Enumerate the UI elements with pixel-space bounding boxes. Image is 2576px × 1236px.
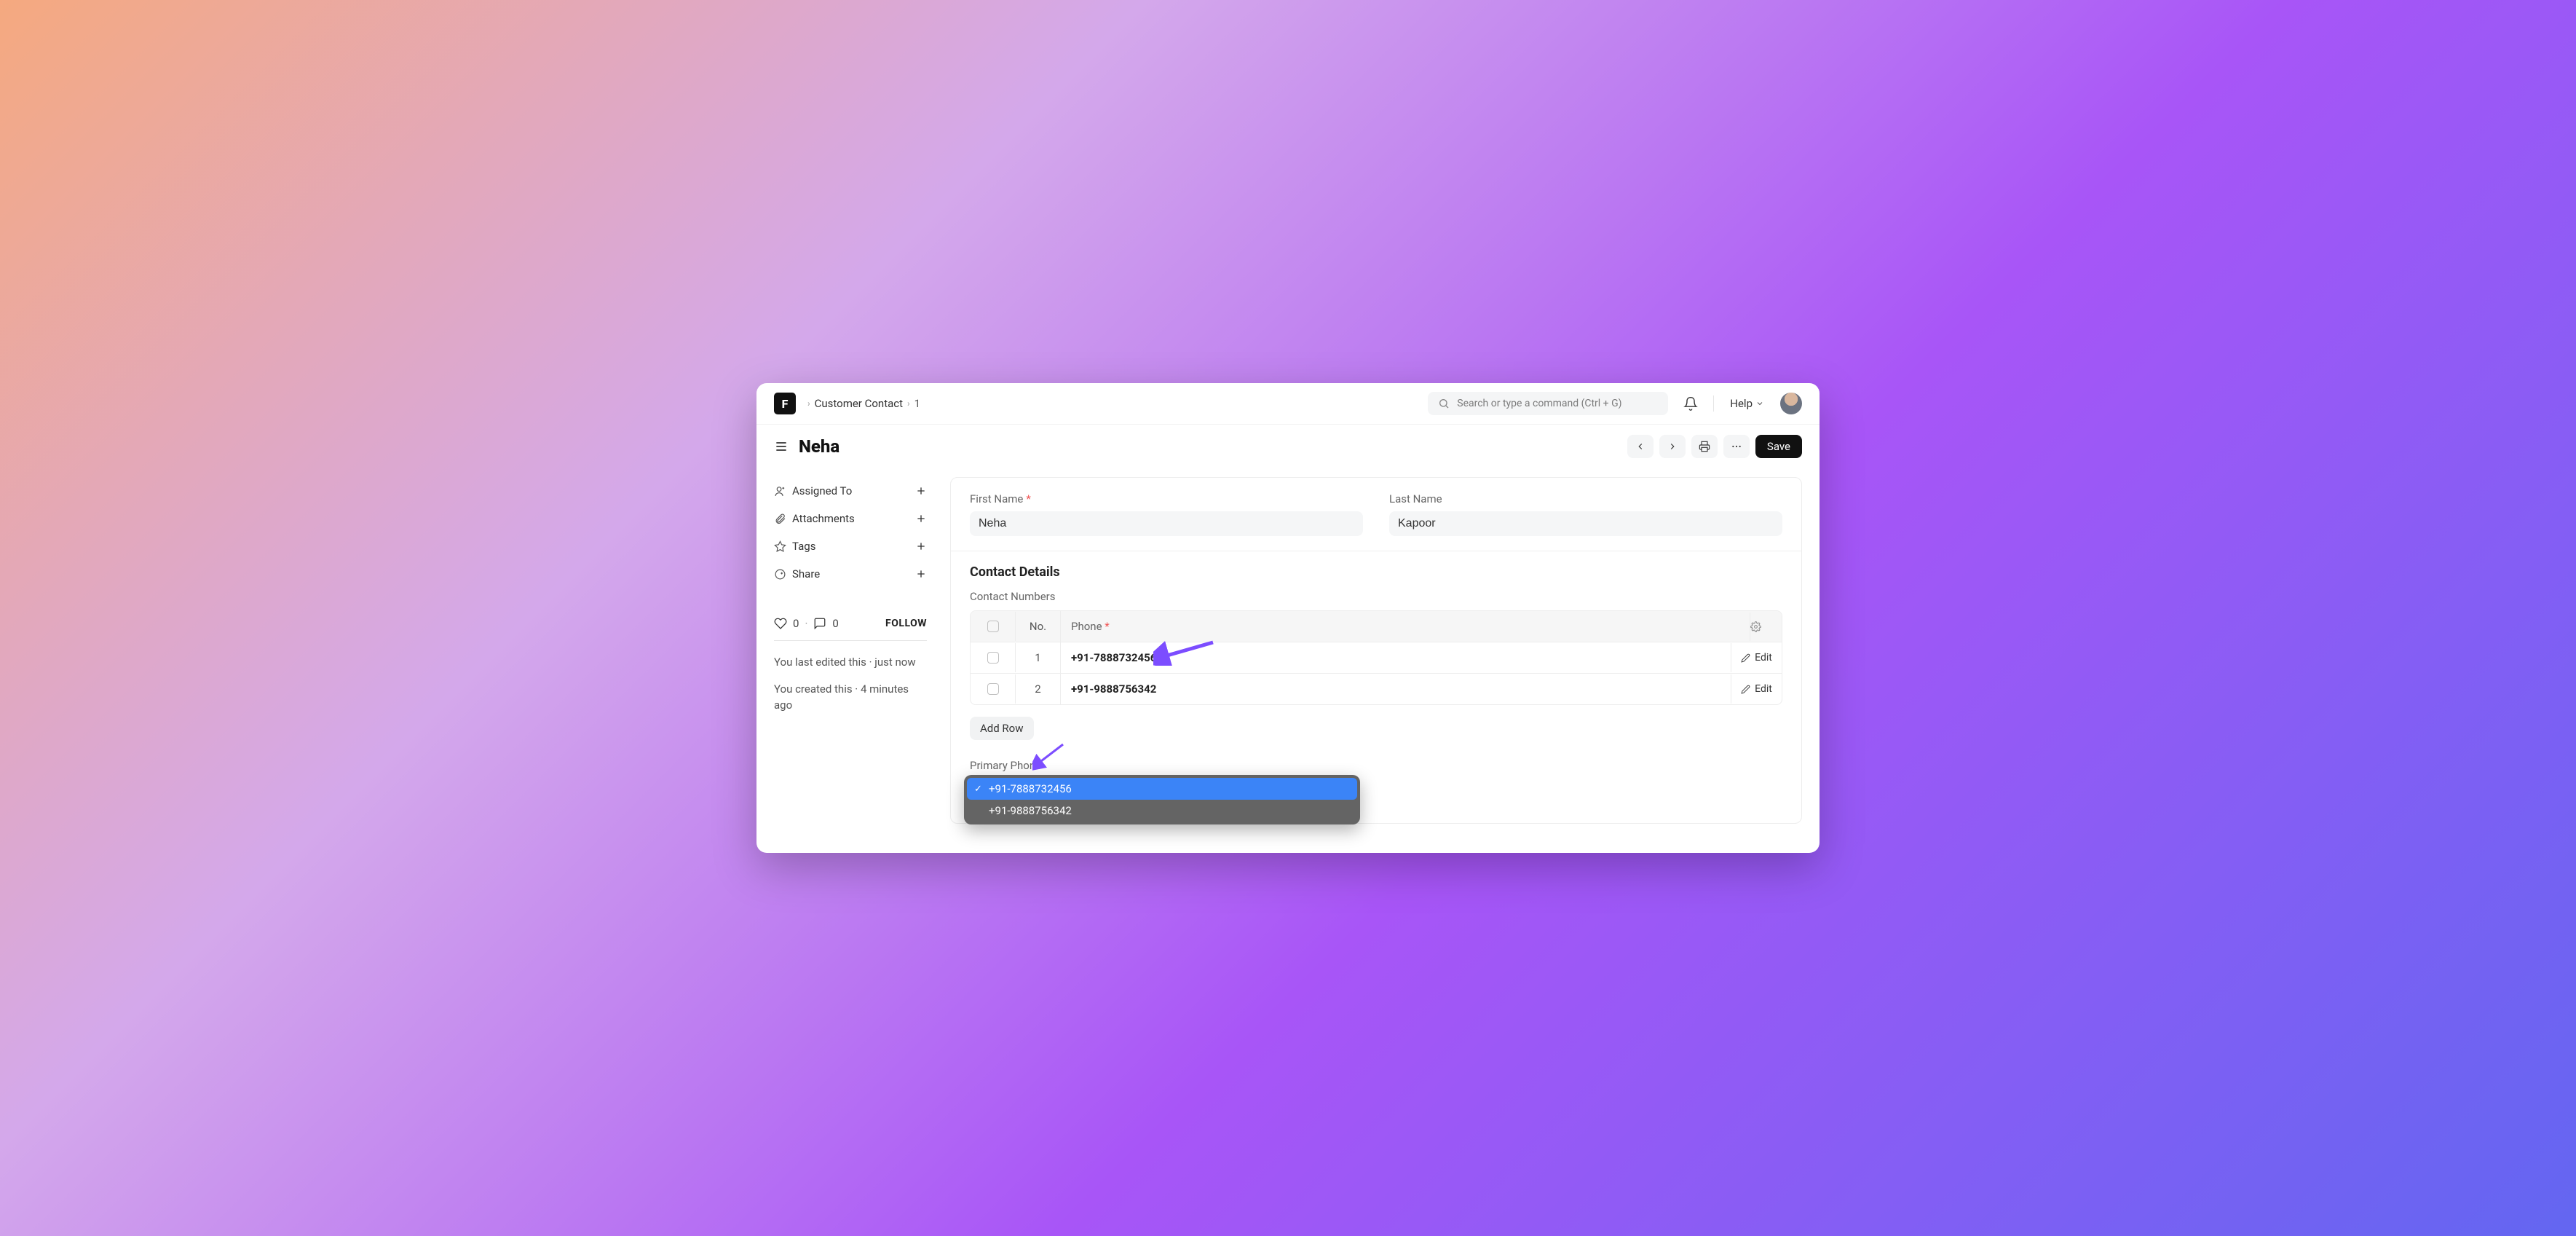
table-settings[interactable]	[1750, 613, 1782, 641]
share-icon	[774, 568, 786, 580]
logo[interactable]: F	[774, 393, 796, 414]
plus-icon	[915, 485, 927, 497]
more-button[interactable]	[1723, 435, 1750, 458]
row-phone[interactable]: +91-7888732456	[1061, 642, 1731, 673]
sidebar-item-share[interactable]: Share	[774, 560, 927, 588]
prev-button[interactable]	[1627, 435, 1654, 458]
primary-phone-label: Primary Phone	[951, 753, 1801, 776]
gear-icon	[1750, 621, 1761, 632]
breadcrumb: › Customer Contact › 1	[807, 397, 920, 410]
next-button[interactable]	[1659, 435, 1686, 458]
paperclip-icon	[774, 513, 786, 525]
last-name-field: Last Name	[1389, 492, 1782, 536]
social-actions: 0 · 0 FOLLOW	[774, 588, 927, 630]
plus-icon	[915, 540, 927, 552]
content: Assigned To Attachments Tags	[756, 468, 1820, 853]
bell-icon	[1683, 396, 1698, 411]
contact-numbers-label: Contact Numbers	[951, 586, 1801, 610]
printer-icon	[1699, 441, 1710, 452]
main-form: First Name* Last Name Contact Details Co…	[950, 477, 1802, 824]
chevron-right-icon	[1667, 441, 1678, 452]
row-no: 2	[1016, 674, 1061, 704]
contact-table: No. Phone * 1 +91-7888732456 Edit	[970, 610, 1782, 705]
follow-button[interactable]: FOLLOW	[885, 618, 927, 629]
select-all-checkbox[interactable]	[987, 621, 999, 632]
row-no: 1	[1016, 642, 1061, 673]
plus-icon	[915, 513, 927, 524]
sidebar: Assigned To Attachments Tags	[774, 477, 927, 824]
sidebar-item-tags[interactable]: Tags	[774, 532, 927, 560]
divider	[774, 640, 927, 641]
edit-row[interactable]: Edit	[1731, 643, 1782, 672]
last-name-input[interactable]	[1389, 511, 1782, 536]
pencil-icon	[1741, 653, 1750, 663]
sidebar-item-label: Share	[792, 567, 820, 580]
sidebar-item-label: Tags	[792, 540, 815, 553]
toolbar-actions: Save	[1627, 435, 1802, 458]
topbar: F › Customer Contact › 1 Search or type …	[756, 383, 1820, 425]
first-name-label: First Name	[970, 492, 1023, 505]
save-button[interactable]: Save	[1755, 435, 1802, 458]
pencil-icon	[1741, 685, 1750, 694]
edit-row[interactable]: Edit	[1731, 674, 1782, 704]
app-window: F › Customer Contact › 1 Search or type …	[756, 383, 1820, 853]
history-edited: You last edited this · just now	[774, 654, 927, 671]
chevron-down-icon	[1755, 399, 1764, 408]
chevron-right-icon: ›	[807, 398, 810, 409]
comment-icon[interactable]	[813, 617, 826, 630]
menu-toggle[interactable]	[774, 439, 789, 454]
print-button[interactable]	[1691, 435, 1718, 458]
page-title: Neha	[799, 436, 839, 457]
divider	[1713, 395, 1714, 412]
table-row: 2 +91-9888756342 Edit	[971, 673, 1782, 704]
sidebar-item-attachments[interactable]: Attachments	[774, 505, 927, 532]
heart-icon[interactable]	[774, 617, 787, 630]
primary-phone-select[interactable]: ✓ +91-7888732456 +91-9888756342	[970, 776, 1782, 806]
dropdown-menu: ✓ +91-7888732456 +91-9888756342	[964, 775, 1360, 824]
star-icon	[774, 540, 786, 553]
avatar[interactable]	[1780, 393, 1802, 414]
col-phone: Phone *	[1061, 611, 1750, 642]
chevron-left-icon	[1635, 441, 1645, 452]
notification-button[interactable]	[1680, 393, 1702, 414]
first-name-field: First Name*	[970, 492, 1363, 536]
user-plus-icon	[774, 485, 786, 497]
row-phone[interactable]: +91-9888756342	[1061, 674, 1731, 704]
first-name-input[interactable]	[970, 511, 1363, 536]
comment-count: 0	[832, 617, 838, 630]
like-count: 0	[793, 617, 799, 630]
check-icon: ✓	[974, 784, 983, 795]
table-row: 1 +91-7888732456 Edit	[971, 642, 1782, 673]
search-placeholder: Search or type a command (Ctrl + G)	[1457, 398, 1621, 409]
help-label: Help	[1730, 397, 1753, 410]
section-title: Contact Details	[951, 551, 1801, 586]
row-checkbox[interactable]	[987, 683, 999, 695]
header-row: Neha Save	[756, 425, 1820, 468]
last-name-label: Last Name	[1389, 492, 1442, 505]
name-row: First Name* Last Name	[951, 478, 1801, 551]
search-input[interactable]: Search or type a command (Ctrl + G)	[1428, 392, 1668, 415]
required-mark: *	[1026, 492, 1030, 505]
ellipsis-icon	[1731, 441, 1742, 452]
menu-icon	[774, 439, 789, 454]
sidebar-item-label: Assigned To	[792, 484, 852, 497]
help-menu[interactable]: Help	[1726, 397, 1769, 410]
search-icon	[1438, 398, 1450, 409]
dropdown-option[interactable]: ✓ +91-7888732456	[967, 778, 1357, 800]
sidebar-item-label: Attachments	[792, 512, 855, 525]
dropdown-option[interactable]: +91-9888756342	[967, 800, 1357, 822]
col-no: No.	[1016, 611, 1061, 642]
sidebar-item-assigned-to[interactable]: Assigned To	[774, 477, 927, 505]
plus-icon	[915, 568, 927, 580]
add-row-button[interactable]: Add Row	[970, 717, 1034, 740]
row-checkbox[interactable]	[987, 652, 999, 664]
table-header: No. Phone *	[971, 611, 1782, 642]
breadcrumb-parent[interactable]: Customer Contact	[815, 397, 903, 410]
chevron-right-icon: ›	[907, 398, 910, 409]
history-created: You created this · 4 minutes ago	[774, 681, 927, 714]
breadcrumb-id[interactable]: 1	[914, 397, 920, 410]
